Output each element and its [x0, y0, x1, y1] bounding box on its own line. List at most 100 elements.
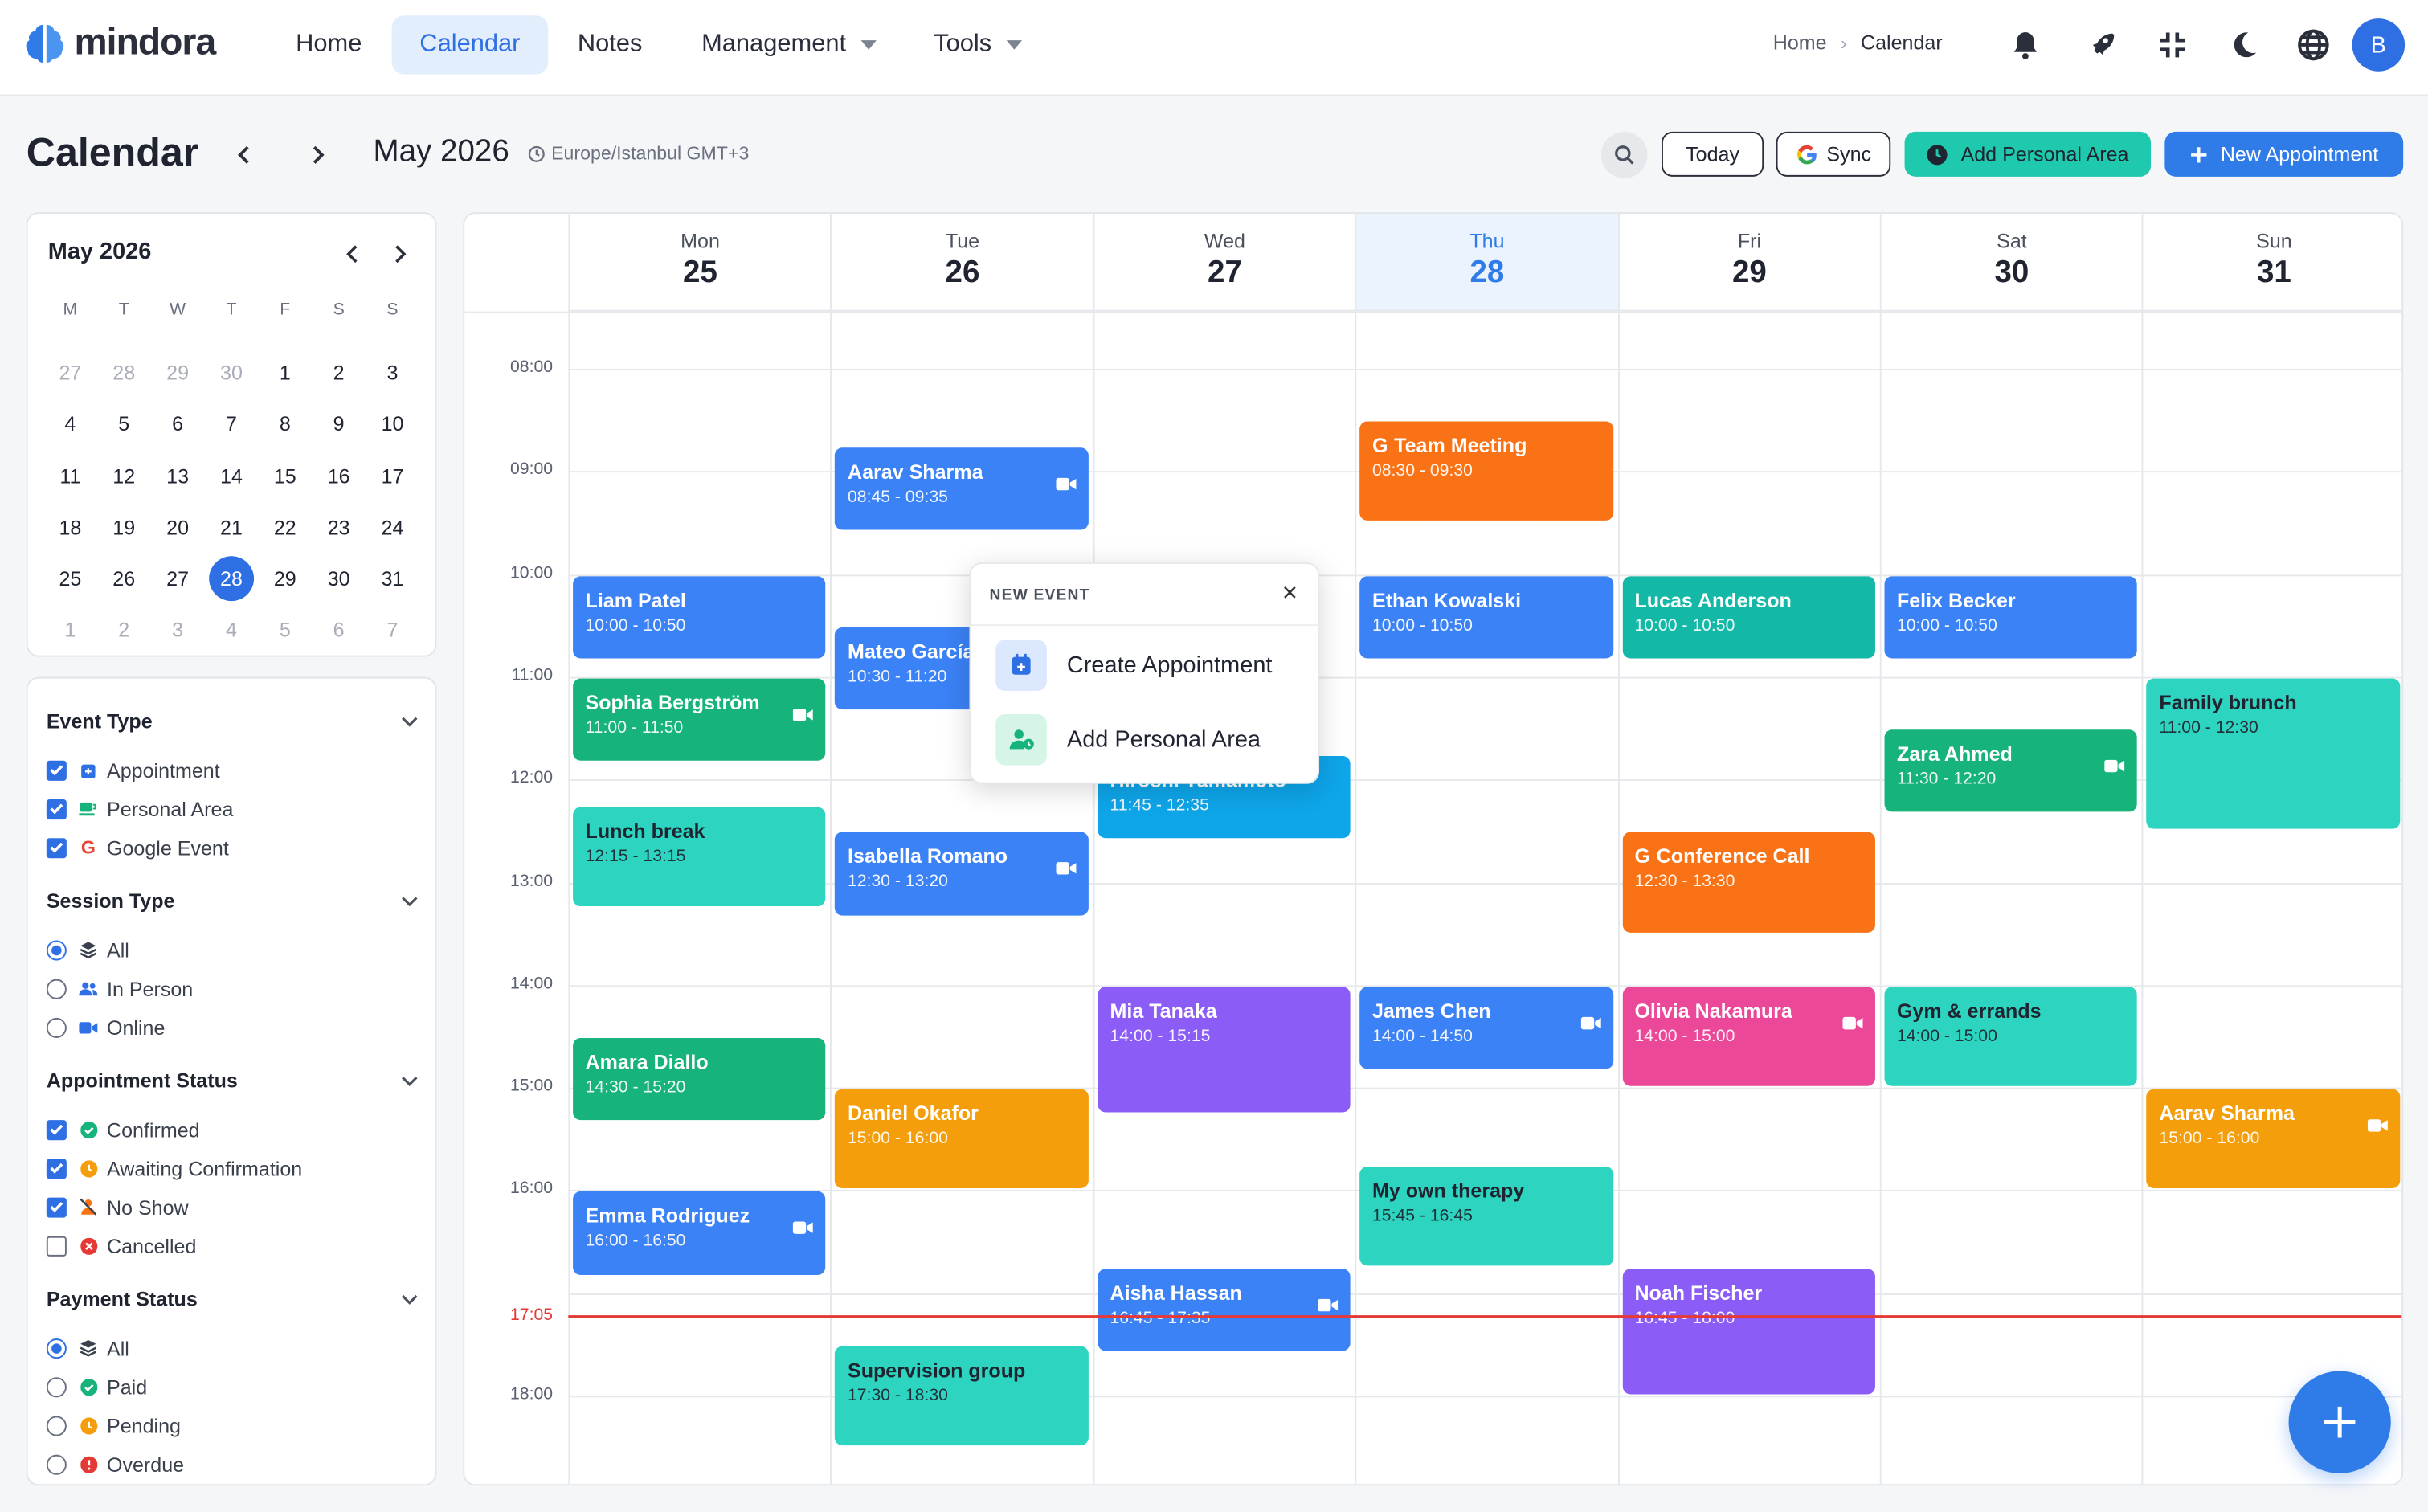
close-icon[interactable]: ✕ — [1277, 581, 1302, 606]
mini-day[interactable]: 30 — [312, 553, 366, 604]
mini-day[interactable]: 6 — [312, 604, 366, 656]
prev-week-button[interactable] — [226, 137, 263, 174]
checkbox-checked[interactable] — [46, 759, 67, 780]
sync-button[interactable]: Sync — [1776, 131, 1891, 177]
calendar-event[interactable]: Olivia Nakamura 14:00 - 15:00 — [1622, 986, 1875, 1086]
add-personal-area-button[interactable]: Add Personal Area — [1904, 131, 2152, 177]
calendar-event[interactable]: G Conference Call 12:30 - 13:30 — [1622, 832, 1875, 933]
mini-next-button[interactable] — [384, 239, 415, 270]
filter-personal-area[interactable]: Personal Area — [46, 796, 233, 821]
radio-selected[interactable] — [46, 939, 67, 960]
filter-appointment[interactable]: Appointment — [46, 758, 220, 783]
checkbox-checked[interactable] — [46, 1158, 67, 1179]
today-button[interactable]: Today — [1661, 131, 1764, 177]
breadcrumb-home[interactable]: Home — [1773, 31, 1827, 55]
mini-day[interactable]: 7 — [366, 604, 419, 656]
radio-unselected[interactable] — [46, 1376, 67, 1397]
moon-icon[interactable] — [2224, 25, 2264, 65]
mini-day[interactable]: 27 — [151, 553, 205, 604]
mini-day[interactable]: 12 — [97, 450, 151, 501]
calendar-event[interactable]: Zara Ahmed 11:30 - 12:20 — [1884, 729, 2138, 813]
calendar-event[interactable]: Family brunch 11:00 - 12:30 — [2146, 678, 2400, 830]
mini-day[interactable]: 28 — [97, 347, 151, 398]
calendar-event[interactable]: G Team Meeting 08:30 - 09:30 — [1359, 421, 1613, 521]
nav-calendar[interactable]: Calendar — [391, 15, 549, 75]
filter-payment-all[interactable]: All — [46, 1335, 129, 1360]
calendar-event[interactable]: James Chen 14:00 - 14:50 — [1359, 986, 1613, 1069]
filter-online[interactable]: Online — [46, 1015, 165, 1040]
mini-day[interactable]: 13 — [151, 450, 205, 501]
bell-icon[interactable] — [2005, 25, 2046, 65]
calendar-event[interactable]: Gym & errands 14:00 - 15:00 — [1884, 986, 2138, 1086]
calendar-event[interactable]: Isabella Romano 12:30 - 13:20 — [835, 832, 1089, 915]
minimize-icon[interactable] — [2152, 25, 2193, 65]
add-event-fab[interactable] — [2288, 1371, 2391, 1473]
nav-management[interactable]: Management — [673, 15, 905, 74]
mini-day[interactable]: 1 — [258, 347, 312, 398]
filter-cancelled[interactable]: Cancelled — [46, 1233, 196, 1258]
checkbox-checked[interactable] — [46, 799, 67, 819]
mini-day[interactable]: 30 — [205, 347, 259, 398]
mini-day[interactable]: 2 — [312, 347, 366, 398]
mini-day[interactable]: 20 — [151, 501, 205, 553]
mini-day[interactable]: 3 — [366, 347, 419, 398]
filter-pending[interactable]: Pending — [46, 1413, 181, 1438]
mini-day[interactable]: 23 — [312, 501, 366, 553]
radio-unselected[interactable] — [46, 1415, 67, 1436]
add-personal-area-option[interactable]: Add Personal Area — [995, 713, 1305, 766]
mini-day[interactable]: 19 — [97, 501, 151, 553]
day-column-header[interactable]: Fri 29 — [1617, 214, 1880, 312]
create-appointment-option[interactable]: Create Appointment — [995, 638, 1305, 691]
filter-session-all[interactable]: All — [46, 938, 129, 962]
chevron-down-icon[interactable] — [401, 1075, 418, 1087]
day-column-header[interactable]: Mon 25 — [568, 214, 831, 312]
nav-tools[interactable]: Tools — [905, 15, 1050, 74]
mini-day[interactable]: 31 — [366, 553, 419, 604]
filter-awaiting[interactable]: Awaiting Confirmation — [46, 1156, 302, 1181]
calendar-event[interactable]: Supervision group 17:30 - 18:30 — [835, 1346, 1089, 1446]
calendar-event[interactable]: My own therapy 15:45 - 16:45 — [1359, 1166, 1613, 1266]
nav-home[interactable]: Home — [268, 15, 390, 74]
calendar-event[interactable]: Mia Tanaka 14:00 - 15:15 — [1098, 986, 1351, 1112]
filter-in-person[interactable]: In Person — [46, 976, 193, 1001]
mini-day[interactable]: 21 — [205, 501, 259, 553]
mini-day[interactable]: 29 — [151, 347, 205, 398]
new-appointment-button[interactable]: New Appointment — [2164, 131, 2404, 177]
avatar[interactable]: B — [2352, 18, 2406, 72]
mini-day[interactable]: 1 — [43, 604, 97, 656]
checkbox-checked[interactable] — [46, 1119, 67, 1140]
checkbox-unchecked[interactable] — [46, 1235, 67, 1256]
rocket-icon[interactable] — [2081, 25, 2121, 65]
day-column-header[interactable]: Thu 28 — [1355, 214, 1618, 312]
nav-notes[interactable]: Notes — [550, 15, 670, 74]
calendar-event[interactable]: Noah Fischer 16:45 - 18:00 — [1622, 1269, 1875, 1395]
filter-google-event[interactable]: G Google Event — [46, 835, 229, 860]
radio-unselected[interactable] — [46, 1453, 67, 1474]
mini-day[interactable]: 2 — [97, 604, 151, 656]
mini-day-selected[interactable]: 28 — [205, 553, 259, 604]
checkbox-checked[interactable] — [46, 1196, 67, 1217]
mini-day[interactable]: 24 — [366, 501, 419, 553]
radio-selected[interactable] — [46, 1338, 67, 1359]
calendar-event[interactable]: Daniel Okafor 15:00 - 16:00 — [835, 1089, 1089, 1189]
mini-day[interactable]: 5 — [258, 604, 312, 656]
checkbox-checked[interactable] — [46, 837, 67, 858]
mini-day[interactable]: 7 — [205, 398, 259, 450]
search-button[interactable] — [1600, 131, 1648, 178]
mini-day[interactable]: 16 — [312, 450, 366, 501]
day-column-header[interactable]: Tue 26 — [830, 214, 1093, 312]
calendar-event[interactable]: Lunch break 12:15 - 13:15 — [573, 807, 827, 907]
radio-unselected[interactable] — [46, 1016, 67, 1037]
mini-day[interactable]: 22 — [258, 501, 312, 553]
calendar-event[interactable]: Lucas Anderson 10:00 - 10:50 — [1622, 575, 1875, 659]
chevron-down-icon[interactable] — [401, 896, 418, 908]
mini-day[interactable]: 17 — [366, 450, 419, 501]
mini-day[interactable]: 4 — [43, 398, 97, 450]
day-column-header[interactable]: Sat 30 — [1879, 214, 2143, 312]
chevron-down-icon[interactable] — [401, 1293, 418, 1306]
mini-day[interactable]: 27 — [43, 347, 97, 398]
mini-day[interactable]: 29 — [258, 553, 312, 604]
filter-paid[interactable]: Paid — [46, 1374, 147, 1399]
app-logo[interactable]: mindora — [25, 22, 216, 65]
mini-day[interactable]: 10 — [366, 398, 419, 450]
